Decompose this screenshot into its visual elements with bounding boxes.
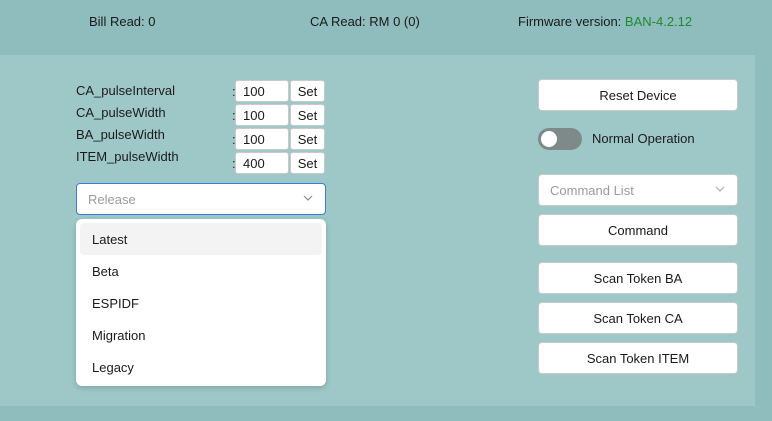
release-select[interactable]: Release <box>76 183 326 215</box>
ca-pulse-width-set-button[interactable]: Set <box>290 104 325 126</box>
item-pulse-width-set-button[interactable]: Set <box>290 152 325 174</box>
firmware-label: Firmware version: <box>518 14 625 29</box>
firmware-value: BAN-4.2.12 <box>624 14 693 29</box>
scan-token-ca-button[interactable]: Scan Token CA <box>538 302 738 334</box>
bill-read-status: Bill Read: 0 <box>89 14 156 29</box>
ca-read-status: CA Read: RM 0 (0) <box>310 14 420 29</box>
normal-operation-label: Normal Operation <box>592 131 695 146</box>
param-label-ba-pulse-width: BA_pulseWidth <box>76 127 165 142</box>
status-bar: Bill Read: 0 CA Read: RM 0 (0) Firmware … <box>0 0 772 48</box>
chevron-down-icon <box>715 186 725 192</box>
toggle-knob <box>541 131 557 147</box>
release-option-espidf[interactable]: ESPIDF <box>80 287 322 319</box>
param-label-ca-pulse-interval: CA_pulseInterval <box>76 83 175 98</box>
release-option-latest[interactable]: Latest <box>80 223 322 255</box>
chevron-down-icon <box>303 195 313 201</box>
param-label-item-pulse-width: ITEM_pulseWidth <box>76 149 179 164</box>
release-option-migration[interactable]: Migration <box>80 319 322 351</box>
ba-pulse-width-input[interactable]: 100 <box>235 128 289 150</box>
firmware-version: Firmware version: BAN-4.2.12 <box>518 14 692 29</box>
scan-token-item-button[interactable]: Scan Token ITEM <box>538 342 738 374</box>
param-label-ca-pulse-width: CA_pulseWidth <box>76 105 166 120</box>
ba-pulse-width-set-button[interactable]: Set <box>290 128 325 150</box>
release-placeholder: Release <box>88 192 136 207</box>
release-option-legacy[interactable]: Legacy <box>80 351 322 383</box>
reset-device-button[interactable]: Reset Device <box>538 79 738 111</box>
item-pulse-width-input[interactable]: 400 <box>235 152 289 174</box>
release-option-beta[interactable]: Beta <box>80 255 322 287</box>
scan-token-ba-button[interactable]: Scan Token BA <box>538 262 738 294</box>
command-button[interactable]: Command <box>538 214 738 246</box>
command-list-select[interactable]: Command List <box>538 174 738 206</box>
release-dropdown: Latest Beta ESPIDF Migration Legacy <box>76 219 326 386</box>
ca-pulse-interval-set-button[interactable]: Set <box>290 80 325 102</box>
normal-operation-toggle[interactable] <box>538 128 582 150</box>
command-list-placeholder: Command List <box>550 183 634 198</box>
ca-pulse-width-input[interactable]: 100 <box>235 104 289 126</box>
ca-pulse-interval-input[interactable]: 100 <box>235 80 289 102</box>
